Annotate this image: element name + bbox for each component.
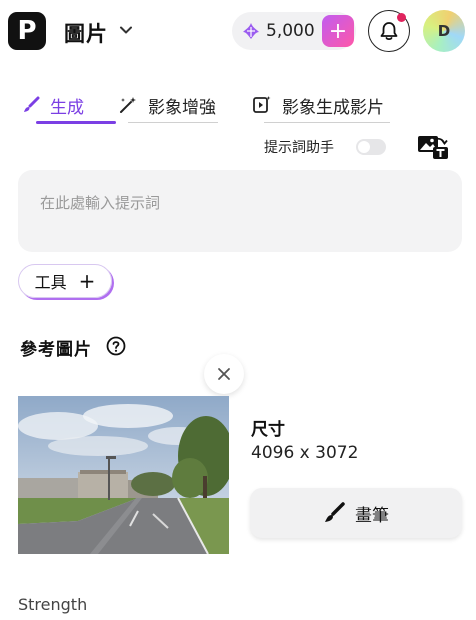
tools-button[interactable]: 工具 + bbox=[18, 264, 112, 298]
size-value: 4096 x 3072 bbox=[251, 443, 359, 463]
mode-selector-label[interactable]: 圖片 bbox=[64, 18, 108, 48]
prompt-helper-toggle[interactable] bbox=[356, 139, 386, 155]
tab-image-enhance[interactable]: 影象增強 bbox=[118, 86, 216, 124]
reference-image bbox=[18, 396, 229, 554]
brush-icon bbox=[325, 502, 345, 522]
tab-image-to-video[interactable]: 影象生成影片 bbox=[252, 86, 384, 124]
magic-wand-icon bbox=[120, 97, 136, 113]
add-credits-button[interactable]: + bbox=[322, 15, 354, 47]
tab-label: 生成 bbox=[50, 97, 84, 118]
tab-label: 影象增強 bbox=[148, 97, 216, 118]
remove-reference-button[interactable] bbox=[204, 354, 244, 394]
tools-label: 工具 bbox=[34, 273, 67, 292]
tab-label: 影象生成影片 bbox=[282, 97, 384, 118]
prompt-helper-label: 提示詞助手 bbox=[264, 140, 334, 156]
bell-icon bbox=[380, 22, 398, 41]
notification-badge bbox=[397, 13, 406, 22]
toggle-knob bbox=[358, 141, 370, 153]
close-icon bbox=[218, 368, 230, 380]
credits-icon bbox=[243, 23, 259, 39]
prompt-input[interactable]: 在此處輸入提示詞 bbox=[18, 170, 462, 252]
credits-balance[interactable]: 5,000 + bbox=[232, 12, 356, 50]
brush-icon bbox=[24, 96, 40, 112]
prompt-placeholder: 在此處輸入提示詞 bbox=[40, 194, 161, 212]
plus-icon: + bbox=[78, 269, 96, 293]
brush-label: 畫筆 bbox=[355, 505, 389, 526]
size-label: 尺寸 bbox=[251, 420, 285, 440]
avatar[interactable]: D bbox=[423, 10, 465, 52]
app-logo[interactable]: P bbox=[8, 12, 46, 50]
chevron-down-icon[interactable] bbox=[118, 22, 134, 38]
tab-divider bbox=[264, 122, 390, 123]
tab-divider bbox=[128, 122, 218, 123]
help-icon[interactable] bbox=[106, 336, 126, 356]
notifications-button[interactable] bbox=[368, 10, 410, 52]
image-to-text-icon[interactable] bbox=[416, 133, 450, 161]
strength-label: Strength bbox=[18, 595, 88, 614]
credits-value: 5,000 bbox=[266, 21, 315, 41]
active-tab-indicator bbox=[36, 121, 116, 124]
brush-button[interactable]: 畫筆 bbox=[250, 488, 462, 538]
road-photo bbox=[18, 396, 229, 554]
video-sparkle-icon bbox=[253, 96, 271, 113]
reference-image-title: 參考圖片 bbox=[20, 340, 92, 360]
tab-generate[interactable]: 生成 bbox=[22, 86, 84, 124]
